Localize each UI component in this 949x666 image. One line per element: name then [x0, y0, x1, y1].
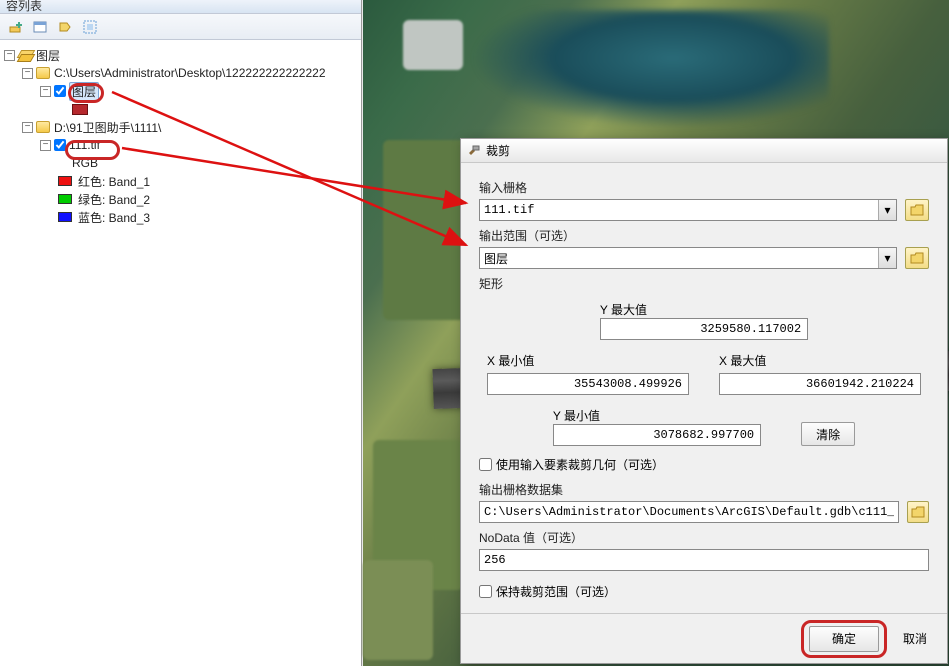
tree-layer-tuceng[interactable]: − 图层 — [4, 82, 357, 100]
output-extent-combo[interactable]: 图层 ▾ — [479, 247, 897, 269]
rectangle-label: 矩形 — [479, 275, 929, 292]
panel-toolbar — [0, 14, 361, 40]
ymin-input[interactable] — [553, 424, 761, 446]
layer-label: 111.tif — [69, 138, 100, 152]
dialog-title-text: 裁剪 — [486, 142, 510, 159]
folder-path: C:\Users\Administrator\Desktop\122222222… — [54, 66, 326, 80]
ymin-label: Y 最小值 — [553, 407, 761, 424]
use-features-label: 使用输入要素裁剪几何（可选） — [496, 456, 664, 473]
output-extent-value: 图层 — [484, 250, 508, 267]
browse-output-dataset-button[interactable] — [907, 501, 929, 523]
tool-source-button[interactable] — [29, 16, 51, 38]
red-swatch — [58, 176, 72, 186]
folder-path: D:\91卫图助手\1111\ — [54, 119, 161, 136]
tree-layer-tif[interactable]: − 111.tif — [4, 136, 357, 154]
maintain-extent-checkbox[interactable] — [479, 585, 492, 598]
collapse-icon[interactable]: − — [40, 86, 51, 97]
ok-button[interactable]: 确定 — [809, 626, 879, 652]
layer-label: 图层 — [69, 82, 99, 101]
blue-swatch — [58, 212, 72, 222]
layer-visibility-checkbox[interactable] — [54, 139, 66, 151]
layers-panel: 容列表 − 图层 − C:\Users\Administrator\Deskto… — [0, 0, 362, 666]
folder-icon — [36, 67, 50, 79]
tree-folder-2[interactable]: − D:\91卫图助手\1111\ — [4, 118, 357, 136]
input-raster-combo[interactable]: 111.tif ▾ — [479, 199, 897, 221]
dialog-footer: 确定 取消 — [461, 613, 947, 663]
maintain-extent-label: 保持裁剪范围（可选） — [496, 583, 616, 600]
layers-icon — [18, 48, 32, 62]
tree-symbol[interactable] — [4, 100, 357, 118]
xmax-label: X 最大值 — [719, 352, 921, 369]
tool-display-button[interactable] — [54, 16, 76, 38]
chevron-down-icon[interactable]: ▾ — [878, 200, 896, 220]
hammer-icon — [467, 144, 481, 158]
tree-root[interactable]: − 图层 — [4, 46, 357, 64]
tool-selection-button[interactable] — [79, 16, 101, 38]
dialog-titlebar[interactable]: 裁剪 — [461, 139, 947, 163]
collapse-icon[interactable]: − — [40, 140, 51, 151]
panel-titlebar: 容列表 — [0, 0, 361, 14]
root-label: 图层 — [36, 47, 60, 64]
clear-extent-button[interactable]: 清除 — [801, 422, 855, 446]
tree-rgb: RGB — [4, 154, 357, 172]
band-label: 红色: Band_1 — [78, 173, 150, 190]
xmax-input[interactable] — [719, 373, 921, 395]
ymax-input[interactable] — [600, 318, 808, 340]
clip-dialog: 裁剪 输入栅格 111.tif ▾ 输出范围（可选） 图层 ▾ 矩形 — [460, 138, 948, 664]
green-swatch — [58, 194, 72, 204]
dialog-body: 输入栅格 111.tif ▾ 输出范围（可选） 图层 ▾ 矩形 — [461, 163, 947, 613]
toc-tree[interactable]: − 图层 − C:\Users\Administrator\Desktop\12… — [0, 40, 361, 232]
xmin-input[interactable] — [487, 373, 689, 395]
browse-input-raster-button[interactable] — [905, 199, 929, 221]
ymax-label: Y 最大值 — [600, 301, 808, 318]
extent-rectangle-group: Y 最大值 X 最小值 X 最大值 Y 最小值 — [479, 295, 929, 446]
output-dataset-label: 输出栅格数据集 — [479, 481, 929, 498]
xmin-label: X 最小值 — [487, 352, 689, 369]
panel-title-text: 容列表 — [6, 0, 42, 13]
polygon-symbol-swatch[interactable] — [72, 104, 88, 115]
browse-output-extent-button[interactable] — [905, 247, 929, 269]
tree-band-2[interactable]: 绿色: Band_2 — [4, 190, 357, 208]
input-raster-value: 111.tif — [484, 203, 534, 217]
tree-band-1[interactable]: 红色: Band_1 — [4, 172, 357, 190]
band-label: 绿色: Band_2 — [78, 191, 150, 208]
folder-icon — [36, 121, 50, 133]
output-dataset-input[interactable] — [479, 501, 899, 523]
collapse-icon[interactable]: − — [4, 50, 15, 61]
rgb-label: RGB — [72, 156, 98, 170]
add-data-button[interactable] — [4, 16, 26, 38]
tree-band-3[interactable]: 蓝色: Band_3 — [4, 208, 357, 226]
nodata-label: NoData 值（可选） — [479, 529, 929, 546]
band-label: 蓝色: Band_3 — [78, 209, 150, 226]
chevron-down-icon[interactable]: ▾ — [878, 248, 896, 268]
input-raster-label: 输入栅格 — [479, 179, 929, 196]
output-extent-label: 输出范围（可选） — [479, 227, 929, 244]
layer-visibility-checkbox[interactable] — [54, 85, 66, 97]
cancel-button[interactable]: 取消 — [899, 626, 931, 652]
collapse-icon[interactable]: − — [22, 68, 33, 79]
tree-folder-1[interactable]: − C:\Users\Administrator\Desktop\1222222… — [4, 64, 357, 82]
collapse-icon[interactable]: − — [22, 122, 33, 133]
nodata-input[interactable] — [479, 549, 929, 571]
use-features-checkbox[interactable] — [479, 458, 492, 471]
